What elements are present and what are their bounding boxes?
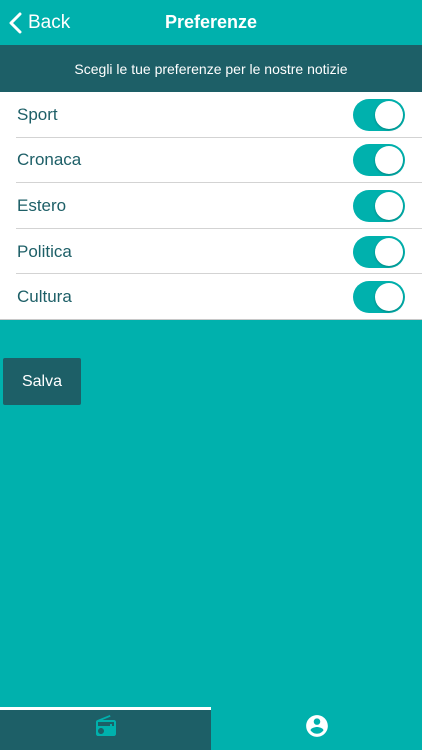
cronaca-toggle[interactable] bbox=[353, 144, 405, 177]
tab-radio[interactable] bbox=[0, 707, 211, 750]
sport-toggle[interactable] bbox=[353, 98, 405, 131]
preference-label: Cultura bbox=[17, 287, 72, 307]
preferences-list: Sport Cronaca Estero Politica Cultura bbox=[0, 92, 422, 320]
navigation-bar: Back Preferenze bbox=[0, 0, 422, 45]
back-label: Back bbox=[28, 11, 71, 33]
estero-toggle[interactable] bbox=[353, 189, 405, 222]
account-circle-icon bbox=[304, 713, 330, 744]
toggle-knob bbox=[375, 100, 403, 129]
toggle-knob bbox=[375, 237, 403, 266]
back-button[interactable]: Back bbox=[8, 0, 70, 45]
preferences-subheader: Scegli le tue preferenze per le nostre n… bbox=[0, 45, 422, 92]
tab-bar bbox=[0, 707, 422, 750]
preference-row-sport: Sport bbox=[0, 92, 422, 138]
preference-label: Politica bbox=[17, 241, 72, 261]
preference-label: Sport bbox=[17, 104, 58, 124]
preference-row-estero: Estero bbox=[0, 183, 422, 229]
preference-label: Estero bbox=[17, 195, 67, 215]
tab-profile[interactable] bbox=[211, 707, 422, 750]
preference-row-cronaca: Cronaca bbox=[0, 138, 422, 184]
save-button[interactable]: Salva bbox=[3, 358, 81, 405]
toggle-knob bbox=[375, 283, 403, 312]
radio-icon bbox=[94, 714, 118, 743]
preference-row-politica: Politica bbox=[0, 229, 422, 275]
chevron-left-icon bbox=[8, 11, 24, 35]
preference-label: Cronaca bbox=[17, 150, 82, 170]
toggle-knob bbox=[375, 191, 403, 220]
politica-toggle[interactable] bbox=[353, 235, 405, 268]
toggle-knob bbox=[375, 146, 403, 175]
cultura-toggle[interactable] bbox=[353, 281, 405, 314]
preference-row-cultura: Cultura bbox=[0, 274, 422, 320]
